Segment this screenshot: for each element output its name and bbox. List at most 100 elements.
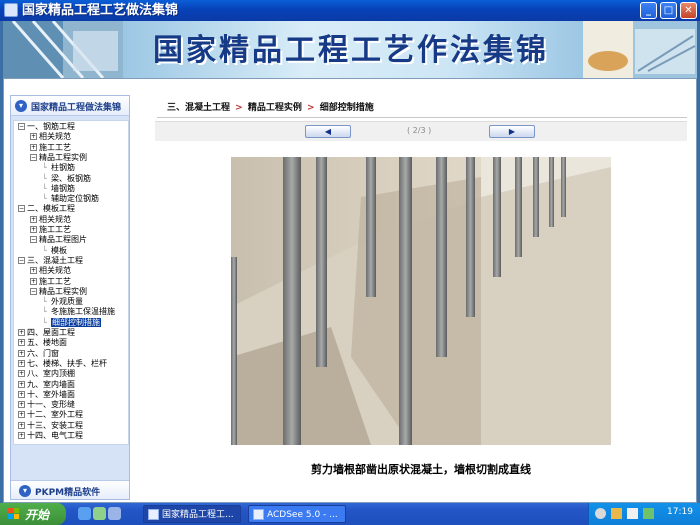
expand-icon[interactable]: + [30, 215, 37, 223]
tree-node[interactable]: + 相关规范 [30, 132, 71, 142]
tree-node[interactable]: + 施工工艺 [30, 225, 71, 235]
tree-node[interactable]: − 一、钢筋工程 [18, 122, 75, 132]
collapse-icon[interactable]: − [30, 153, 37, 161]
tree-node-label: 相关规范 [39, 214, 71, 224]
expand-icon[interactable]: + [18, 380, 25, 388]
minimize-button[interactable]: _ [640, 2, 657, 19]
photo-caption: 剪力墙根部凿出原状混凝土，墙根切割成直线 [311, 463, 531, 476]
tree-node[interactable]: + 八、室内顶棚 [18, 369, 75, 379]
tree-node-label: 八、室内顶棚 [27, 369, 75, 379]
tree-node[interactable]: − 二、模板工程 [18, 204, 75, 214]
tree-node[interactable]: − 精品工程实例 [30, 153, 87, 163]
collapse-icon[interactable]: − [30, 236, 37, 244]
sidebar-footer[interactable]: ▾ PKPM精品软件 [11, 480, 129, 499]
tree-node[interactable]: └ 梁、板钢筋 [42, 174, 91, 184]
expand-icon[interactable]: + [18, 411, 25, 419]
tree-node[interactable]: + 九、室内墙面 [18, 380, 75, 390]
tree-node[interactable]: − 精品工程实例 [30, 287, 87, 297]
image-navigation: ◀ ( 2/3 ) ▶ [155, 121, 687, 141]
tree-node[interactable]: └ 外观质量 [42, 297, 83, 307]
next-button[interactable]: ▶ [489, 125, 535, 138]
maximize-button[interactable]: □ [660, 2, 677, 19]
tree-node-label: 相关规范 [39, 132, 71, 142]
collapse-icon[interactable]: − [30, 287, 37, 295]
tray-security-icon[interactable] [643, 508, 654, 519]
tree-connector: └ [42, 245, 47, 255]
tree-node[interactable]: + 十二、室外工程 [18, 410, 83, 420]
expand-icon[interactable]: + [30, 267, 37, 275]
expand-icon[interactable]: + [30, 133, 37, 141]
expand-icon[interactable]: + [30, 226, 37, 233]
tree-node-label: 外观质量 [51, 297, 83, 307]
navigation-tree[interactable]: − 一、钢筋工程 + 相关规范 + 施工工艺 − 精品工程实例 └ 柱钢筋 └ 梁、板钢筋 └ 墙钢筋 └ 辅… [13, 120, 129, 445]
show-desktop-icon[interactable] [108, 507, 121, 520]
tree-node[interactable]: + 七、楼梯、扶手、栏杆 [18, 359, 107, 369]
volume-icon[interactable] [627, 508, 638, 519]
tree-node[interactable]: └ 冬施施工保温措施 [42, 307, 115, 317]
tree-node[interactable]: + 十四、电气工程 [18, 431, 83, 441]
expand-icon[interactable]: + [18, 359, 25, 367]
tree-node-label: 精品工程图片 [39, 235, 87, 245]
arrow-right-icon: ▶ [508, 127, 516, 136]
breadcrumb-item-examples[interactable]: 精品工程实例 [248, 103, 302, 113]
tree-node[interactable]: └ 辅助定位钢筋 [42, 194, 99, 204]
tree-node-label: 施工工艺 [39, 276, 71, 286]
start-button[interactable]: 开始 [0, 503, 66, 525]
tree-node-label: 五、楼地面 [27, 338, 67, 348]
expand-icon[interactable]: + [18, 421, 25, 429]
collapse-icon[interactable]: − [18, 123, 25, 130]
expand-icon[interactable]: + [18, 390, 25, 398]
tree-node-label: 六、门窗 [27, 348, 59, 358]
tree-node[interactable]: − 三、混凝土工程 [18, 256, 83, 266]
tree-node[interactable]: + 十一、变形缝 [18, 400, 75, 410]
main-area: ▾ 国家精品工程做法集锦 − 一、钢筋工程 + 相关规范 + 施工工艺 − 精品工程实例 └ 柱钢… [3, 78, 697, 503]
tree-node-label: 十、室外墙面 [27, 389, 75, 399]
expand-icon[interactable]: + [18, 339, 25, 347]
tray-network-icon[interactable] [611, 508, 622, 519]
tree-node[interactable]: + 五、楼地面 [18, 338, 67, 348]
tree-node[interactable]: + 四、屋面工程 [18, 328, 75, 338]
task-acdsee[interactable]: ACDSee 5.0 - ... [248, 505, 346, 523]
breadcrumb-item-concrete[interactable]: 三、混凝土工程 [167, 103, 230, 113]
task-gjjp[interactable]: 国家精品工程工... [143, 505, 241, 523]
content-panel: 三、混凝土工程 > 精品工程实例 > 细部控制措施 ◀ ( 2/3 ) ▶ 剪力… [153, 95, 689, 500]
tree-node[interactable]: + 六、门窗 [18, 349, 59, 359]
tree-node-label: 七、楼梯、扶手、栏杆 [27, 358, 107, 368]
tree-node[interactable]: └ 墙钢筋 [42, 184, 75, 194]
tree-node[interactable]: + 十三、安装工程 [18, 421, 83, 431]
task-label: ACDSee 5.0 - ... [267, 510, 338, 520]
sidebar-header[interactable]: ▾ 国家精品工程做法集锦 [11, 96, 129, 116]
tree-node[interactable]: └ 细部控制措施 [42, 317, 101, 328]
tree-node-label: 冬施施工保温措施 [51, 307, 115, 317]
sidebar-header-label: 国家精品工程做法集锦 [31, 103, 122, 113]
tree-node[interactable]: + 相关规范 [30, 215, 71, 225]
divider [157, 117, 687, 118]
expand-icon[interactable]: + [30, 277, 37, 285]
banner: 国家精品工程工艺作法集锦 [3, 21, 697, 78]
expand-icon[interactable]: + [18, 401, 25, 409]
tree-node-label: 柱钢筋 [51, 163, 75, 173]
tree-node[interactable]: + 施工工艺 [30, 143, 71, 153]
expand-icon[interactable]: + [18, 432, 25, 439]
tree-node[interactable]: └ 柱钢筋 [42, 163, 75, 173]
expand-icon[interactable]: + [30, 143, 37, 151]
tree-node[interactable]: + 相关规范 [30, 266, 71, 276]
expand-icon[interactable]: + [18, 329, 25, 336]
expand-icon[interactable]: + [18, 349, 25, 357]
close-button[interactable]: ✕ [680, 2, 697, 19]
browser-icon[interactable] [78, 507, 91, 520]
sidebar: ▾ 国家精品工程做法集锦 − 一、钢筋工程 + 相关规范 + 施工工艺 − 精品工程实例 └ 柱钢… [10, 95, 130, 500]
tree-node-label: 相关规范 [39, 266, 71, 276]
expand-icon[interactable]: + [18, 370, 25, 378]
tree-node-label: 细部控制措施 [51, 317, 101, 327]
title-bar[interactable]: 国家精品工程工艺做法集锦 _ □ ✕ [0, 0, 700, 21]
media-player-icon[interactable] [93, 507, 106, 520]
collapse-icon[interactable]: − [18, 205, 25, 213]
tree-node[interactable]: + 施工工艺 [30, 277, 71, 287]
collapse-icon[interactable]: − [18, 256, 25, 264]
tree-node[interactable]: └ 模板 [42, 246, 67, 256]
previous-button[interactable]: ◀ [305, 125, 351, 138]
tray-app-icon[interactable] [595, 508, 606, 519]
tree-node[interactable]: − 精品工程图片 [30, 235, 87, 245]
tree-node[interactable]: + 十、室外墙面 [18, 390, 75, 400]
